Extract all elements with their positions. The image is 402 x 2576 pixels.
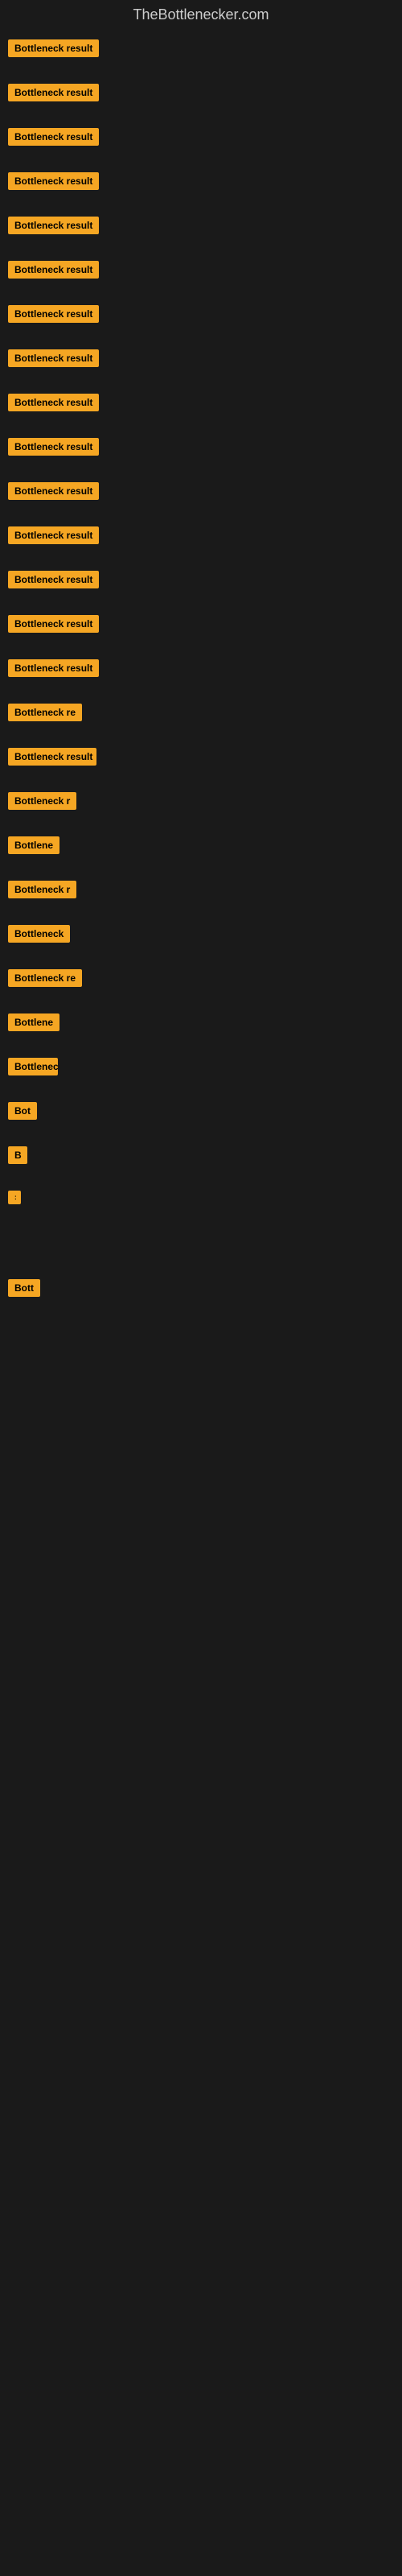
bottleneck-badge[interactable]: Bottlene	[8, 1013, 59, 1031]
bottleneck-badge[interactable]: Bottleneck result	[8, 39, 99, 57]
list-item: Bottlene	[8, 830, 394, 874]
list-item: Bottleneck result	[8, 343, 394, 387]
list-item: Bottleneck result	[8, 33, 394, 77]
list-item: Bottleneck result	[8, 77, 394, 122]
list-item: Bottleneck	[8, 1051, 394, 1096]
blank-section	[8, 1558, 394, 1800]
list-item: Bottleneck result	[8, 210, 394, 254]
bottleneck-badge[interactable]: Bottleneck result	[8, 217, 99, 234]
blank-section	[8, 1800, 394, 2041]
list-item: Bottleneck result	[8, 609, 394, 653]
bottleneck-badge[interactable]: Bottleneck result	[8, 571, 99, 588]
bottleneck-badge[interactable]: Bottleneck result	[8, 438, 99, 456]
list-item: Bot	[8, 1096, 394, 1140]
bottleneck-badge[interactable]: Bottleneck result	[8, 305, 99, 323]
bottleneck-badge[interactable]: Bottleneck re	[8, 704, 82, 721]
bottleneck-badge[interactable]: Bottleneck result	[8, 615, 99, 633]
bottleneck-badge[interactable]: Bottleneck result	[8, 128, 99, 146]
bottleneck-badge[interactable]: Bottleneck result	[8, 659, 99, 677]
list-item: Bott	[8, 1273, 394, 1317]
list-item: Bottleneck result	[8, 254, 394, 299]
list-item: :	[8, 1184, 394, 1224]
list-item: Bottleneck result	[8, 564, 394, 609]
list-item: Bottleneck re	[8, 963, 394, 1007]
bottleneck-badge[interactable]: B	[8, 1146, 27, 1164]
bottleneck-badge[interactable]: Bottleneck r	[8, 881, 76, 898]
list-item: Bottleneck r	[8, 786, 394, 830]
blank-section	[8, 1317, 394, 1558]
list-item: Bottleneck result	[8, 299, 394, 343]
bottleneck-badge[interactable]: Bottleneck	[8, 1058, 58, 1075]
list-item: Bottleneck result	[8, 387, 394, 431]
list-item: Bottleneck re	[8, 697, 394, 741]
list-item: Bottleneck result	[8, 431, 394, 476]
bottleneck-badge[interactable]: Bottleneck result	[8, 526, 99, 544]
list-item: Bottleneck	[8, 919, 394, 963]
bottleneck-badge[interactable]: Bottlene	[8, 836, 59, 854]
bottleneck-badge[interactable]: Bott	[8, 1279, 40, 1297]
bottleneck-badge[interactable]: Bottleneck result	[8, 349, 99, 367]
site-title: TheBottlenecker.com	[8, 0, 394, 33]
bottleneck-badge[interactable]: :	[8, 1191, 21, 1204]
list-item: Bottleneck result	[8, 741, 394, 786]
bottleneck-badge[interactable]: Bottleneck result	[8, 172, 99, 190]
bottleneck-badge[interactable]: Bottleneck result	[8, 261, 99, 279]
bottleneck-badge[interactable]: Bot	[8, 1102, 37, 1120]
bottleneck-badge[interactable]: Bottleneck result	[8, 748, 96, 766]
list-item: Bottleneck result	[8, 166, 394, 210]
bottleneck-badge[interactable]: Bottleneck result	[8, 394, 99, 411]
list-item: Bottleneck result	[8, 476, 394, 520]
list-item: Bottleneck result	[8, 520, 394, 564]
bottleneck-badge[interactable]: Bottleneck result	[8, 482, 99, 500]
bottleneck-badge[interactable]: Bottleneck r	[8, 792, 76, 810]
bottleneck-badge[interactable]: Bottleneck	[8, 925, 70, 943]
list-item: B	[8, 1140, 394, 1184]
list-item: Bottleneck result	[8, 653, 394, 697]
list-item: Bottleneck result	[8, 122, 394, 166]
list-item: Bottlene	[8, 1007, 394, 1051]
bottleneck-badge[interactable]: Bottleneck re	[8, 969, 82, 987]
list-item: Bottleneck r	[8, 874, 394, 919]
blank-section	[8, 1224, 394, 1273]
bottleneck-badge[interactable]: Bottleneck result	[8, 84, 99, 101]
